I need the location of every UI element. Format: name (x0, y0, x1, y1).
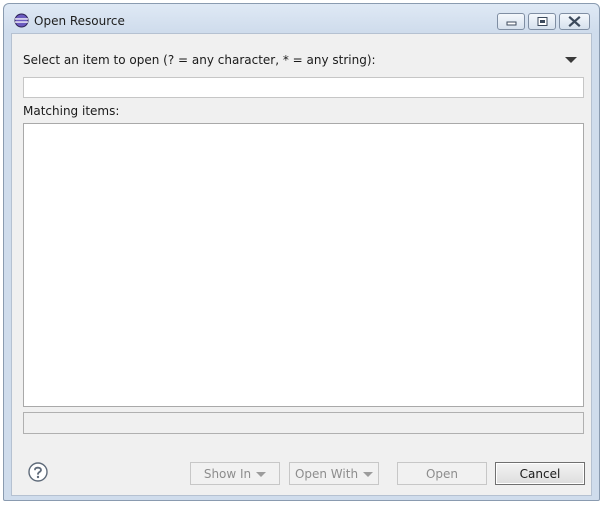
minimize-icon (506, 21, 517, 26)
maximize-button[interactable] (528, 13, 556, 30)
open-with-button[interactable]: Open With (289, 462, 379, 485)
question-mark-icon[interactable] (28, 462, 48, 482)
chevron-down-icon (363, 471, 374, 477)
minimize-button[interactable] (497, 13, 525, 30)
matching-items-list[interactable] (23, 123, 584, 407)
open-with-label: Open With (294, 466, 359, 481)
show-in-label: Show In (203, 466, 252, 481)
pattern-label: Select an item to open (? = any characte… (23, 53, 376, 67)
dialog-client-area: Select an item to open (? = any characte… (11, 33, 592, 496)
details-area (23, 412, 584, 434)
open-label: Open (425, 466, 459, 481)
show-in-button[interactable]: Show In (190, 462, 280, 485)
matching-items-label: Matching items: (23, 104, 120, 118)
window-title: Open Resource (34, 14, 125, 28)
eclipse-logo-icon (14, 13, 29, 28)
cancel-label: Cancel (519, 466, 561, 481)
cancel-button[interactable]: Cancel (495, 462, 585, 485)
chevron-down-icon (256, 471, 267, 477)
pattern-input[interactable] (23, 77, 584, 98)
open-button[interactable]: Open (397, 462, 487, 485)
open-resource-dialog: Open Resource Select an item to open (? … (3, 3, 600, 501)
maximize-icon (537, 17, 548, 26)
title-bar[interactable]: Open Resource (4, 4, 599, 34)
triangle-down-icon[interactable] (564, 55, 578, 65)
close-icon (568, 15, 581, 28)
close-button[interactable] (559, 13, 590, 30)
desktop: Open Resource Select an item to open (? … (0, 0, 605, 507)
